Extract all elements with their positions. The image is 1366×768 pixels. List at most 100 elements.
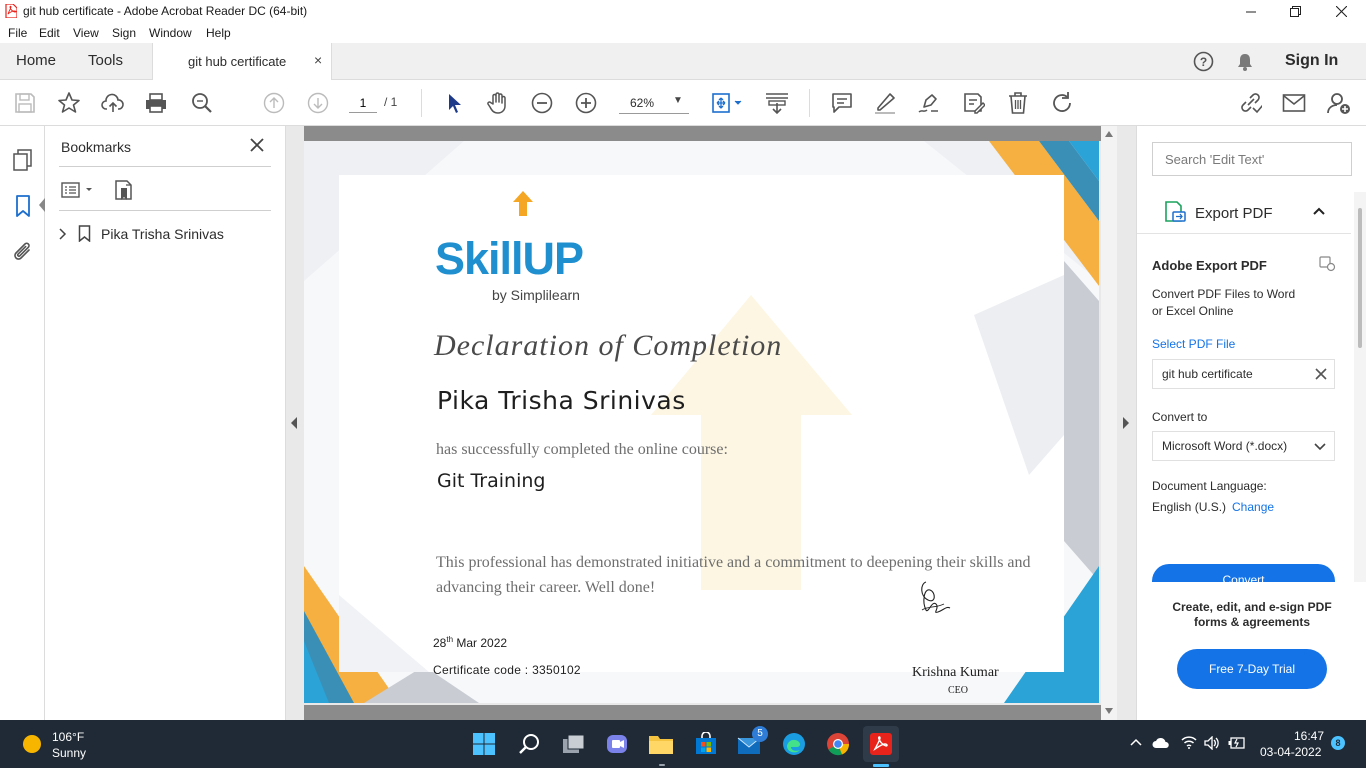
bookmark-item-label: Pika Trisha Srinivas [101, 226, 224, 242]
scroll-mode-icon[interactable] [764, 91, 788, 115]
expand-right-arrow-icon[interactable] [1123, 417, 1129, 429]
close-icon[interactable] [247, 135, 267, 155]
email-icon[interactable] [1282, 91, 1306, 115]
comment-icon[interactable] [830, 91, 854, 115]
clock-date[interactable]: 03-04-2022 [1260, 745, 1321, 759]
select-arrow-icon[interactable] [442, 91, 466, 115]
chrome-browser-icon[interactable] [820, 726, 856, 762]
file-explorer-icon[interactable] [643, 726, 679, 762]
collapse-left-arrow-icon[interactable] [291, 417, 297, 429]
clear-file-close-icon[interactable] [1315, 368, 1327, 380]
sun-weather-icon[interactable] [22, 734, 42, 754]
bookmarks-title: Bookmarks [61, 139, 132, 155]
chevron-right-icon[interactable] [59, 228, 67, 240]
notification-bell-icon[interactable] [1236, 52, 1254, 72]
new-bookmark-icon[interactable] [113, 179, 135, 201]
notification-count-badge[interactable]: 8 [1331, 736, 1345, 750]
signer-name: Krishna Kumar [912, 665, 999, 680]
zoom-value: 62% [630, 96, 655, 110]
chevron-up-icon[interactable] [1313, 207, 1325, 215]
close-window-button[interactable] [1318, 0, 1364, 23]
bookmark-icon [78, 225, 91, 242]
menu-bar: File Edit View Sign Window Help [0, 23, 1366, 43]
menu-sign[interactable]: Sign [112, 26, 136, 40]
tab-tools[interactable]: Tools [88, 52, 123, 69]
upload-cloud-icon[interactable] [101, 91, 125, 115]
previous-page-icon[interactable] [262, 91, 286, 115]
page-gap [304, 705, 1101, 720]
rotate-icon[interactable] [1050, 91, 1074, 115]
delete-trash-icon[interactable] [1006, 91, 1030, 115]
export-settings-icon[interactable] [1319, 256, 1337, 272]
zoom-in-icon[interactable] [574, 91, 598, 115]
restore-button[interactable] [1272, 0, 1318, 23]
signer-role: CEO [948, 685, 968, 696]
scrollbar-thumb[interactable] [1358, 208, 1362, 348]
selected-file-field[interactable]: git hub certificate [1152, 359, 1335, 389]
tools-pane-scrollbar[interactable] [1354, 192, 1366, 582]
help-icon[interactable]: ? [1193, 51, 1214, 72]
zoom-out-icon[interactable] [530, 91, 554, 115]
print-icon[interactable] [144, 91, 168, 115]
change-language-link[interactable]: Change [1232, 500, 1274, 514]
date-month-year: Mar 2022 [453, 636, 508, 650]
weather-temperature[interactable]: 106°F [52, 730, 84, 744]
highlight-pen-icon[interactable] [873, 91, 897, 115]
battery-icon[interactable] [1228, 737, 1246, 749]
bookmark-options-icon[interactable] [61, 180, 97, 200]
scroll-down-arrow-icon[interactable] [1105, 708, 1113, 714]
page-thumbnails-icon[interactable] [11, 148, 35, 172]
page-number-input[interactable] [349, 93, 377, 113]
edge-browser-icon[interactable] [776, 726, 812, 762]
find-icon[interactable] [190, 91, 214, 115]
tab-close-button[interactable]: × [314, 52, 322, 68]
vertical-scrollbar[interactable] [1101, 126, 1117, 720]
share-link-icon[interactable] [1238, 91, 1262, 115]
format-value: Microsoft Word (*.docx) [1162, 439, 1288, 453]
page-fit-icon[interactable] [709, 91, 745, 115]
free-trial-button[interactable]: Free 7-Day Trial [1177, 649, 1327, 689]
convert-button[interactable]: Convert [1152, 564, 1335, 582]
tools-pane: Export PDF Adobe Export PDF Convert PDF … [1136, 126, 1366, 720]
volume-icon[interactable] [1204, 736, 1220, 750]
acrobat-reader-taskbar-icon[interactable] [863, 726, 899, 762]
weather-condition[interactable]: Sunny [52, 746, 86, 760]
sign-in-button[interactable]: Sign In [1285, 52, 1338, 70]
menu-help[interactable]: Help [206, 26, 231, 40]
teams-chat-icon[interactable] [599, 726, 635, 762]
format-dropdown[interactable]: Microsoft Word (*.docx) [1152, 431, 1335, 461]
zoom-select[interactable]: 62% ▼ [619, 92, 689, 114]
task-view-icon[interactable] [556, 726, 592, 762]
windows-start-icon[interactable] [466, 726, 502, 762]
star-icon[interactable] [57, 91, 81, 115]
menu-window[interactable]: Window [149, 26, 192, 40]
chevron-up-icon[interactable] [1130, 738, 1142, 746]
onedrive-cloud-icon[interactable] [1152, 737, 1170, 749]
save-icon[interactable] [13, 91, 37, 115]
course-name: Git Training [437, 470, 546, 492]
scroll-up-arrow-icon[interactable] [1105, 131, 1113, 137]
microsoft-store-icon[interactable] [688, 726, 724, 762]
draw-signature-icon[interactable] [917, 91, 941, 115]
export-pdf-header[interactable]: Export PDF [1137, 192, 1351, 234]
tab-home[interactable]: Home [16, 52, 56, 69]
minimize-button[interactable] [1228, 0, 1274, 23]
add-user-icon[interactable] [1326, 91, 1350, 115]
bookmarks-icon[interactable] [11, 194, 35, 218]
clock-time[interactable]: 16:47 [1294, 729, 1324, 743]
wifi-icon[interactable] [1181, 735, 1197, 749]
bookmarks-panel: Bookmarks Pika Trisha Srinivas [45, 126, 286, 720]
attachments-paperclip-icon[interactable] [11, 240, 35, 264]
search-tools-input[interactable] [1152, 142, 1352, 176]
tab-document[interactable]: git hub certificate × [152, 43, 332, 80]
hand-tool-icon[interactable] [486, 91, 510, 115]
edit-pdf-icon[interactable] [961, 91, 985, 115]
bookmark-item[interactable]: Pika Trisha Srinivas [59, 222, 271, 246]
next-page-icon[interactable] [306, 91, 330, 115]
certificate-date: 28th Mar 2022 [433, 635, 507, 650]
menu-view[interactable]: View [73, 26, 99, 40]
search-icon[interactable] [512, 726, 548, 762]
menu-file[interactable]: File [8, 26, 27, 40]
toolbar-divider [421, 89, 422, 117]
menu-edit[interactable]: Edit [39, 26, 60, 40]
